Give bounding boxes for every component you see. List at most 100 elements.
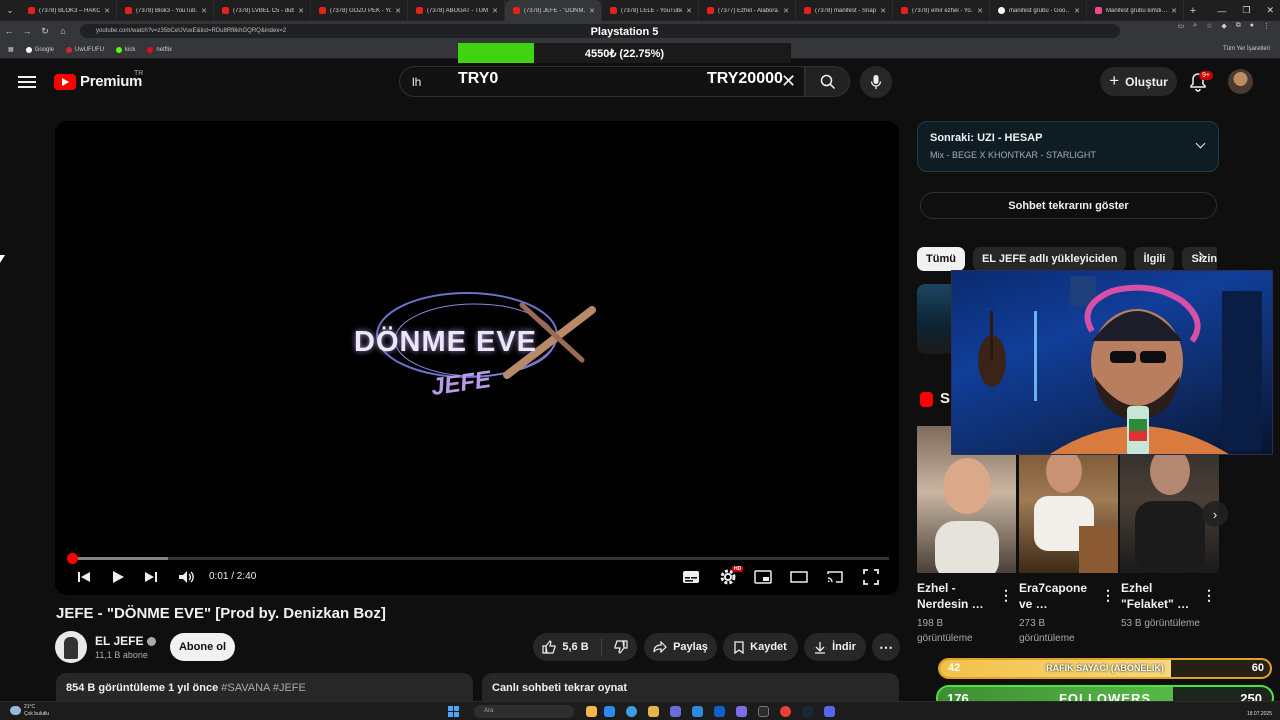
home-icon[interactable]: ⌂ [54,26,72,36]
guide-menu-icon[interactable] [18,73,36,89]
bookmark-google[interactable]: Google [25,46,54,53]
back-icon[interactable]: ← [0,26,18,36]
browser-tab[interactable]: (7378) Blok3 - YouTub… ✕ [117,0,214,21]
close-tab-icon[interactable]: ✕ [395,7,401,15]
browser-menu-icon[interactable]: ⋮ [1263,22,1270,30]
clear-search-icon[interactable]: ✕ [781,71,796,92]
browser-tab[interactable]: Manifest grubu kimdi… ✕ [1087,0,1184,21]
discord-icon[interactable] [670,706,681,717]
zoom-icon[interactable]: ⌕ [1193,22,1197,30]
account-avatar[interactable] [1228,69,1253,94]
close-window-icon[interactable]: ✕ [1266,5,1274,16]
bookmark-star-icon[interactable]: ☆ [1206,22,1212,30]
voice-search-button[interactable] [860,66,892,98]
extension-icon[interactable]: ◆ [1221,22,1226,30]
next-icon[interactable] [143,568,159,586]
hashtags[interactable]: #SAVANA #JEFE [221,682,306,694]
playlist-up-next-panel[interactable]: Sonraki: UZI - HESAP Mix - BEGE X KHONTK… [917,121,1219,172]
close-tab-icon[interactable]: ✕ [977,7,983,15]
windows-start-icon[interactable] [448,706,459,717]
chip-related[interactable]: İlgili [1134,247,1175,271]
taskbar-search[interactable]: Ara [474,705,574,718]
browser-tab[interactable]: (7378) LÉLÉ - YouTube ✕ [602,0,699,21]
youtube-premium-logo[interactable]: Premium [54,73,142,90]
close-tab-icon[interactable]: ✕ [880,7,886,15]
minimize-icon[interactable]: — [1217,6,1226,16]
browser-tab[interactable]: (7378) manifest - Snap… ✕ [796,0,893,21]
share-button[interactable]: Paylaş [644,633,717,661]
short-title[interactable]: Ezhel - Nerdesin … [917,580,989,612]
channel-name[interactable]: EL JEFE [95,634,157,648]
weather-widget[interactable]: 21°C Çok bulutlu [24,704,49,718]
profile-icon[interactable]: ● [1250,22,1254,30]
browser-tab[interactable]: (7378) ABUGAT - TÜM… ✕ [408,0,505,21]
download-button[interactable]: İndir [804,633,866,661]
short-menu-icon[interactable]: ⋮ [999,587,1013,604]
tab-search-icon[interactable]: ⌄ [0,0,20,21]
browser-tab[interactable]: manifest grubu - Goo… ✕ [990,0,1087,21]
new-tab-button[interactable]: + [1184,5,1202,17]
scrubber-handle[interactable] [67,553,78,564]
bookmark-netflix[interactable]: netflix [147,46,172,53]
shorts-next-button[interactable]: › [1202,501,1228,527]
browser-icon[interactable] [626,706,637,717]
weather-cloud-icon[interactable] [10,706,21,715]
theater-mode-icon[interactable] [790,568,808,586]
previous-icon[interactable] [76,568,92,586]
subscribe-button[interactable]: Abone ol [170,633,235,661]
play-icon[interactable] [111,568,125,586]
browser-tab[interactable]: (7378) JEFE - "DÖNM… ✕ [505,0,602,21]
vscode-icon[interactable] [692,706,703,717]
close-tab-icon[interactable]: ✕ [686,7,692,15]
discord-app-icon[interactable] [824,706,835,717]
create-button[interactable]: + Oluştur [1100,67,1177,96]
all-bookmarks[interactable]: Tüm Yer İşaretleri [1223,46,1270,52]
browser-tab[interactable]: (7378) GÖZÜ PEK - Yo…✕ [311,0,408,21]
reload-icon[interactable]: ↻ [36,26,54,37]
show-chat-replay-button[interactable]: Sohbet tekrarını göster [920,192,1217,219]
forward-icon[interactable]: → [18,26,36,36]
short-menu-icon[interactable]: ⋮ [1202,587,1216,604]
extensions-puzzle-icon[interactable]: ⧉ [1236,22,1241,30]
channel-avatar[interactable] [55,631,87,663]
apps-icon[interactable]: ▦ [8,46,14,53]
edge-icon[interactable] [604,706,615,717]
chrome-icon[interactable] [780,706,791,717]
volume-icon[interactable] [178,568,196,586]
miniplayer-icon[interactable] [754,568,772,586]
search-button[interactable] [805,66,850,97]
subtitles-icon[interactable] [682,568,700,586]
outlook-icon[interactable] [714,706,725,717]
browser-tab[interactable]: (7378) emir ezhel - Yo… ✕ [893,0,990,21]
maximize-icon[interactable]: ❐ [1242,5,1250,16]
cast-icon[interactable] [826,568,844,586]
thumbs-down-icon[interactable] [614,640,628,654]
like-button[interactable]: 5,6 B [542,640,589,654]
close-tab-icon[interactable]: ✕ [1074,7,1080,15]
close-tab-icon[interactable]: ✕ [589,7,595,15]
cast-icon[interactable]: ▭ [1178,22,1185,30]
short-menu-icon[interactable]: ⋮ [1101,587,1115,604]
bookmark-uwufufu[interactable]: UwUFUFU [66,46,104,53]
close-tab-icon[interactable]: ✕ [783,7,789,15]
browser-tab[interactable]: (7377) Ezhel - Alabora… ✕ [699,0,796,21]
fullscreen-icon[interactable] [863,568,879,586]
steam-icon[interactable] [802,706,813,717]
more-actions-button[interactable]: ⋯ [872,633,900,661]
folder-icon[interactable] [648,706,659,717]
progress-bar[interactable] [70,557,889,560]
system-tray[interactable]: 18.07.2025 [1247,704,1272,718]
chip-all[interactable]: Tümü [917,247,965,271]
browser-tab[interactable]: (7378) BLOK3 – HAKO…✕ [20,0,117,21]
browser-tab[interactable]: (7378) LVBEL C5 - dub… ✕ [214,0,311,21]
file-explorer-icon[interactable] [586,706,597,717]
close-tab-icon[interactable]: ✕ [492,7,498,15]
bookmark-kick[interactable]: kick [116,46,135,53]
obs-icon[interactable] [758,706,769,717]
save-button[interactable]: Kaydet [723,633,798,661]
teams-icon[interactable] [736,706,747,717]
close-tab-icon[interactable]: ✕ [298,7,304,15]
short-title[interactable]: Ezhel "Felaket" … [1121,580,1193,612]
close-tab-icon[interactable]: ✕ [201,7,207,15]
close-tab-icon[interactable]: ✕ [104,7,110,15]
